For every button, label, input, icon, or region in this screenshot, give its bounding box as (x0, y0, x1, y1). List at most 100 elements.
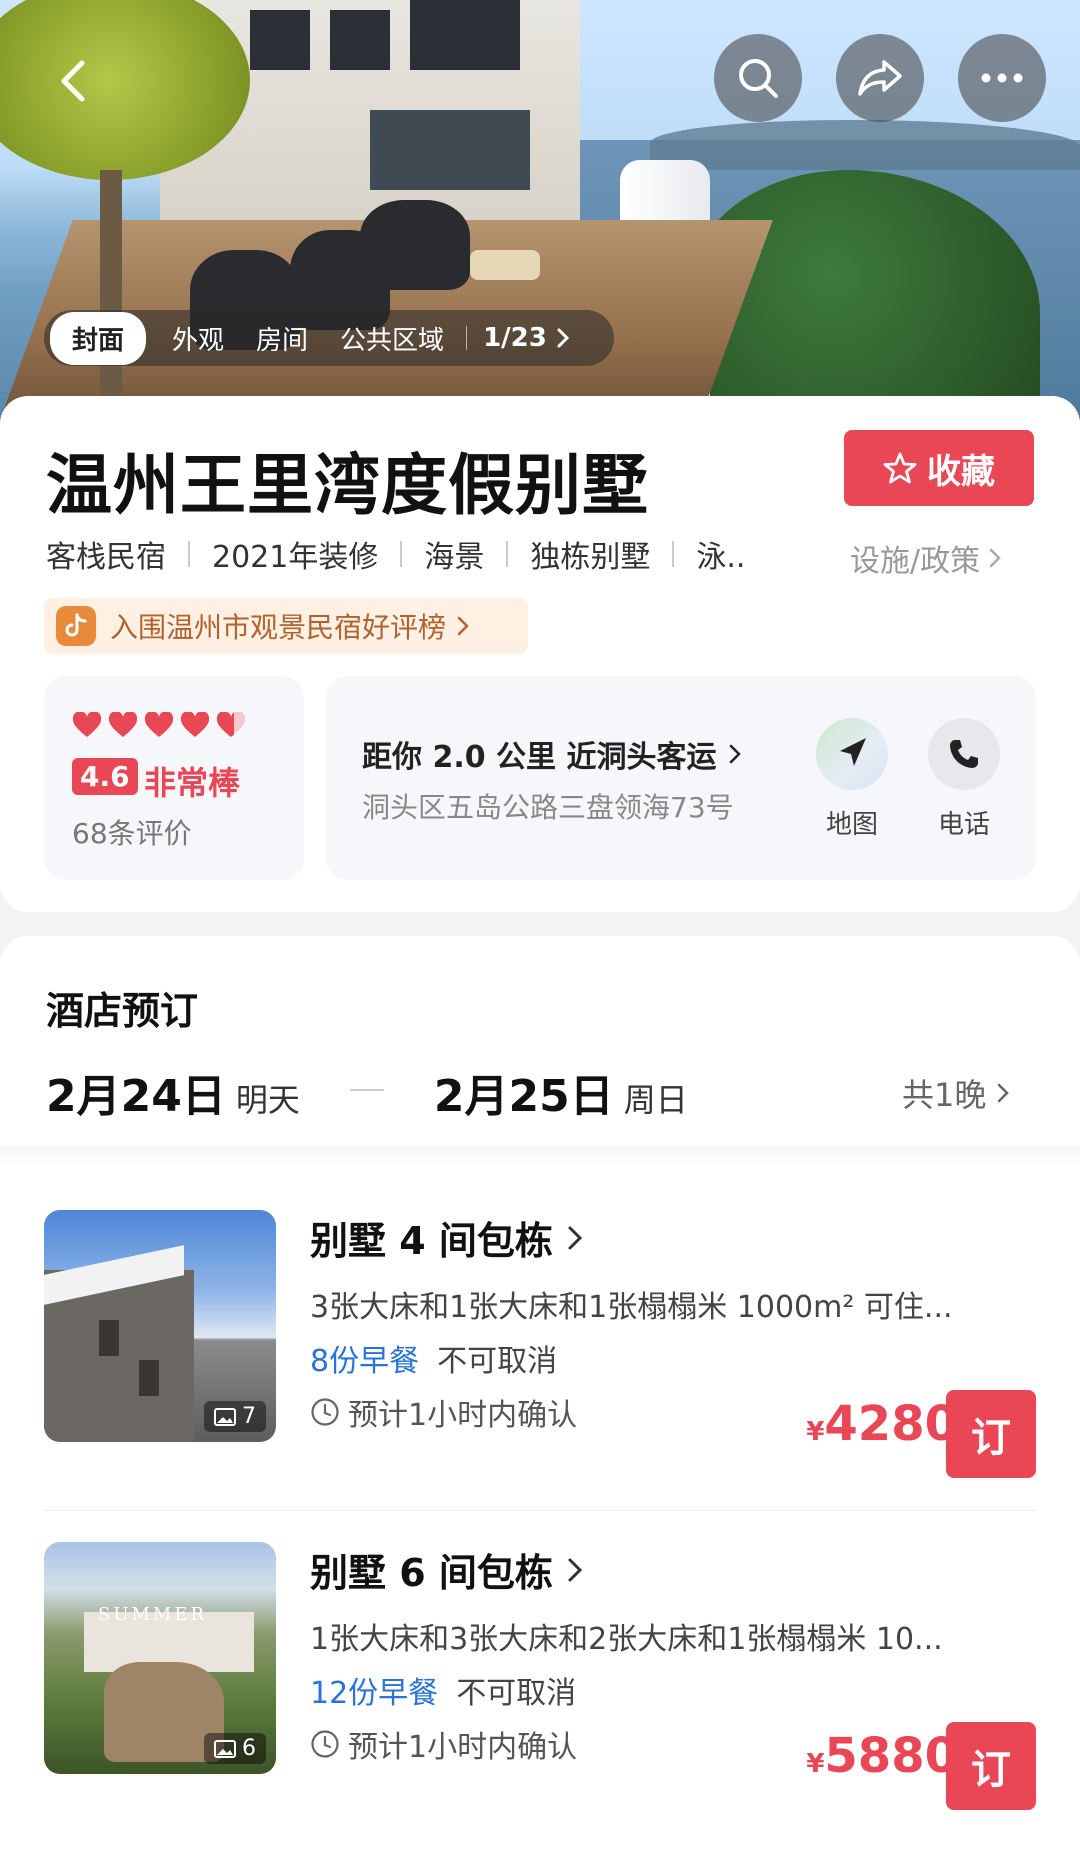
confirm-text: 预计1小时内确认 (348, 1398, 578, 1433)
heart-icon (108, 712, 138, 737)
map-icon (816, 718, 888, 790)
star-icon (883, 452, 917, 484)
price-value: 5880 (824, 1728, 958, 1784)
tag-divider (400, 541, 403, 567)
tag-divider (672, 541, 675, 567)
book-button[interactable]: 订 (946, 1390, 1036, 1478)
currency-symbol: ¥ (806, 1749, 825, 1779)
tab-divider (466, 326, 468, 350)
nights-label: 共1晚 (902, 1076, 987, 1114)
more-icon (981, 73, 1023, 83)
heart-icon (144, 712, 174, 737)
more-button[interactable] (958, 34, 1046, 122)
phone-label: 电话 (937, 810, 990, 840)
breakfast-info: 8份早餐 (310, 1344, 420, 1379)
date-selector[interactable]: 2月24日 明天 2月25日 周日 (46, 1060, 688, 1122)
chevron-right-icon (730, 744, 742, 764)
hotel-name: 温州王里湾度假别墅 (46, 447, 649, 524)
distance-link[interactable]: 距你 2.0 公里 近洞头客运 (362, 732, 742, 776)
chevron-right-icon (568, 1558, 583, 1581)
map-button[interactable]: 地图 (814, 718, 890, 841)
favorite-button[interactable]: 收藏 (844, 430, 1034, 506)
photo-count-badge: 7 (204, 1401, 266, 1432)
chevron-left-icon (61, 60, 85, 102)
room-thumbnail[interactable]: SUMMER 6 (44, 1542, 276, 1774)
room-thumbnail[interactable]: 7 (44, 1210, 276, 1442)
favorite-label: 收藏 (927, 451, 995, 492)
search-icon (739, 59, 778, 98)
image-icon (214, 1407, 236, 1426)
location-card: 距你 2.0 公里 近洞头客运 洞头区五岛公路三盘领海73号 地图 电话 (326, 676, 1036, 880)
tag: 2021年装修 (212, 540, 379, 575)
tag-divider (506, 541, 509, 567)
heart-icon (180, 712, 210, 737)
phone-button[interactable]: 电话 (926, 718, 1002, 841)
review-count: 68条评价 (72, 817, 192, 850)
image-icon (214, 1739, 236, 1758)
tag: 泳.. (696, 540, 746, 575)
room-meal-policy: 8份早餐 不可取消 (310, 1336, 557, 1380)
map-label: 地图 (825, 810, 878, 840)
room-item[interactable]: SUMMER 6 别墅 6 间包栋 1张大床和3张大床和2张大床和1张榻榻米 1… (0, 1542, 1080, 1842)
room-name-text: 别墅 6 间包栋 (310, 1551, 553, 1595)
confirm-text: 预计1小时内确认 (348, 1730, 578, 1765)
confirm-time: 预计1小时内确认 (310, 1390, 577, 1434)
search-button[interactable] (714, 34, 802, 122)
photo-count-badge: 6 (204, 1733, 266, 1764)
heart-icon (72, 712, 102, 737)
photo-count: 6 (242, 1736, 256, 1761)
room-name[interactable]: 别墅 6 间包栋 (310, 1542, 583, 1597)
section-divider (0, 1146, 1080, 1166)
chevron-right-icon (557, 328, 569, 348)
heart-rating (72, 712, 246, 738)
share-icon (858, 60, 902, 96)
cancel-policy: 不可取消 (456, 1676, 577, 1711)
distant-hills (650, 120, 1080, 170)
room-price: ¥5880 (806, 1728, 958, 1784)
tag: 客栈民宿 (46, 540, 166, 575)
facilities-policy-link[interactable]: 设施/政策 (850, 536, 1002, 580)
checkout-day: 周日 (623, 1081, 688, 1119)
hotel-tags: 客栈民宿 2021年装修 海景 独栋别墅 泳.. (46, 534, 767, 575)
douyin-icon (56, 606, 96, 646)
back-button[interactable] (48, 56, 98, 106)
tab-exterior[interactable]: 外观 (172, 320, 224, 357)
room-price: ¥4280 (806, 1396, 958, 1452)
tag-divider (188, 541, 190, 567)
ranking-badge[interactable]: 入围温州市观景民宿好评榜 (44, 598, 528, 654)
photo-category-tabs: 封面 外观 房间 公共区域 1/23 (44, 310, 614, 366)
room-name[interactable]: 别墅 4 间包栋 (310, 1210, 583, 1265)
ranking-text: 入围温州市观景民宿好评榜 (110, 611, 447, 644)
tab-rooms[interactable]: 房间 (256, 320, 308, 357)
checkin-date: 2月24日 (46, 1071, 226, 1122)
score-badge: 4.6 (72, 758, 138, 795)
distance-text: 距你 2.0 公里 近洞头客运 (362, 740, 717, 775)
clock-icon (311, 1730, 339, 1758)
cancel-policy: 不可取消 (437, 1344, 558, 1379)
nights-count[interactable]: 共1晚 (902, 1070, 1010, 1116)
checkin-day: 明天 (235, 1081, 300, 1119)
thumbnail-watermark: SUMMER (98, 1604, 208, 1625)
score-label: 非常棒 (144, 764, 241, 802)
tab-public-area[interactable]: 公共区域 (340, 320, 444, 357)
room-item[interactable]: 7 别墅 4 间包栋 3张大床和1张大床和1张榻榻米 1000m² 可住... … (0, 1210, 1080, 1510)
rating-summary[interactable]: 4.6 非常棒 68条评价 (44, 676, 304, 880)
room-bed-info: 3张大床和1张大床和1张榻榻米 1000m² 可住... (310, 1290, 953, 1325)
chevron-right-icon (989, 548, 1001, 568)
tree-trunk (100, 170, 122, 420)
chevron-right-icon (457, 616, 469, 636)
share-button[interactable] (836, 34, 924, 122)
book-button[interactable]: 订 (946, 1722, 1036, 1810)
confirm-time: 预计1小时内确认 (310, 1722, 577, 1766)
room-divider (44, 1510, 1036, 1511)
room-meal-policy: 12份早餐 不可取消 (310, 1668, 576, 1712)
checkout-date: 2月25日 (433, 1071, 614, 1122)
clock-icon (311, 1398, 339, 1426)
tag: 独栋别墅 (530, 540, 651, 575)
tab-cover[interactable]: 封面 (50, 311, 147, 365)
section-title: 酒店预订 (46, 989, 199, 1033)
breakfast-info: 12份早餐 (310, 1676, 439, 1711)
policy-label: 设施/政策 (850, 544, 981, 579)
address: 洞头区五岛公路三盘领海73号 (362, 791, 734, 824)
photo-counter[interactable]: 1/23 (483, 323, 547, 353)
